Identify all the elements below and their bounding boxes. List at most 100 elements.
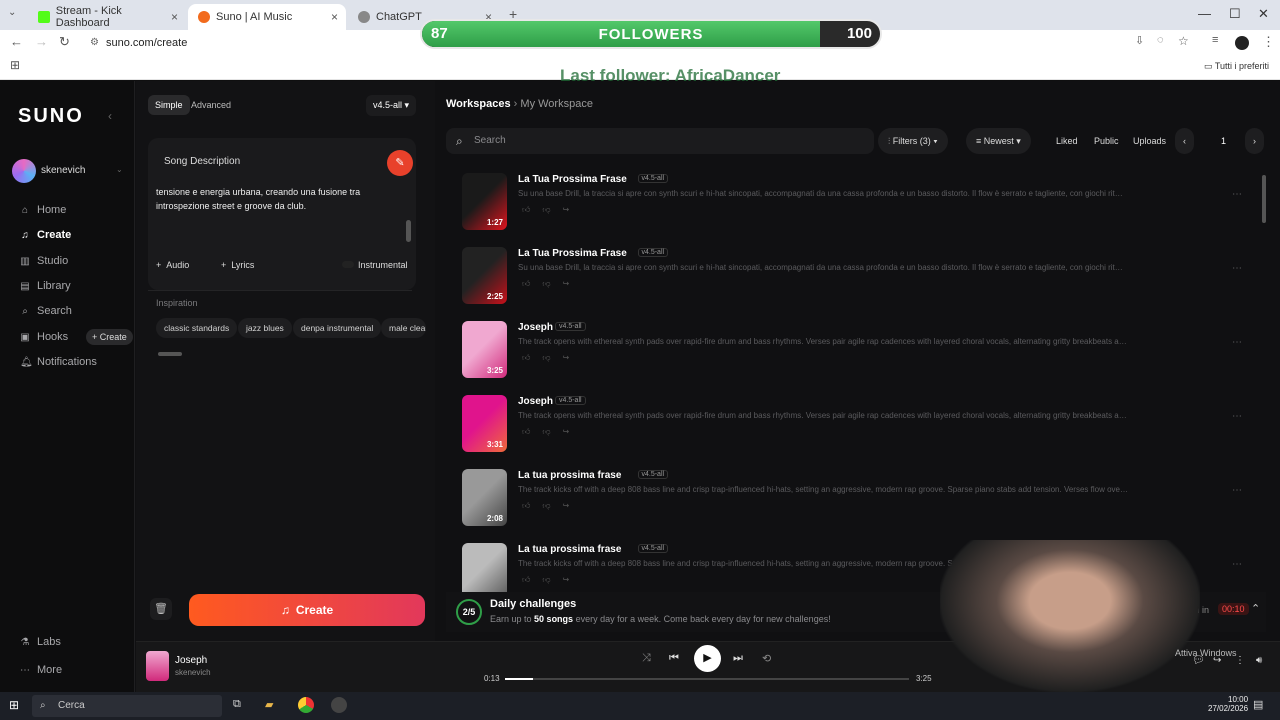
share-icon[interactable]: ↪ <box>563 279 582 288</box>
thumbs-up-icon[interactable]: 👍︎ <box>522 353 542 362</box>
task-view-icon[interactable]: ⧉ <box>233 698 241 711</box>
windows-start-icon[interactable]: ⊞ <box>9 698 19 712</box>
sidebar-item-hooks[interactable]: ▣ Hooks <box>20 331 68 343</box>
add-lyrics-button[interactable]: + Lyrics <box>221 260 254 270</box>
username[interactable]: skenevich <box>41 165 85 176</box>
tab-list-icon[interactable]: ⌄ <box>8 7 16 18</box>
sidebar-item-notifications[interactable]: 🔔︎ Notifications <box>20 356 97 368</box>
sidebar-item-studio[interactable]: ▥ Studio <box>20 255 68 267</box>
description-textarea[interactable]: tensione e energia urbana, creando una f… <box>156 185 396 213</box>
instrumental-toggle[interactable]: Instrumental <box>342 260 408 270</box>
inspiration-chip[interactable]: denpa instrumental <box>293 318 382 338</box>
chips-scrollbar[interactable] <box>158 352 182 356</box>
volume-icon[interactable]: 🔊︎ <box>1256 655 1262 666</box>
site-info-icon[interactable]: ⚙ <box>90 34 99 52</box>
share-icon[interactable]: ↪ <box>563 501 582 510</box>
uploads-filter[interactable]: Uploads <box>1123 128 1176 154</box>
version-select[interactable]: v4.5-all ▾ <box>366 95 417 116</box>
breadcrumb-workspaces[interactable]: Workspaces <box>446 98 511 110</box>
close-window-icon[interactable]: ✕ <box>1258 6 1269 22</box>
tab-kick[interactable]: Stream - Kick Dashboard × <box>28 4 186 30</box>
chrome-icon[interactable] <box>298 697 314 713</box>
all-bookmarks[interactable]: ▭ Tutti i preferiti <box>1204 61 1269 72</box>
thumbs-up-icon[interactable]: 👍︎ <box>522 575 542 584</box>
share-icon[interactable]: ↪ <box>563 353 582 362</box>
song-title[interactable]: La tua prossima frase <box>518 470 621 481</box>
add-audio-button[interactable]: + Audio <box>156 260 189 270</box>
seek-bar[interactable] <box>505 678 909 680</box>
public-filter[interactable]: Public <box>1084 128 1129 154</box>
inspiration-chip[interactable]: male clean <box>381 318 426 338</box>
song-cover[interactable]: 2:08 <box>462 469 507 526</box>
song-cover[interactable]: 3:25 <box>462 321 507 378</box>
reload-icon[interactable]: ↻ <box>59 34 70 50</box>
repeat-icon[interactable]: ⟲ <box>762 652 771 665</box>
song-cover[interactable]: 1:27 <box>462 173 507 230</box>
chevron-up-icon[interactable]: ⌃ <box>1251 602 1260 615</box>
more-options-icon[interactable]: ⋯ <box>1232 189 1242 200</box>
taskbar-search[interactable]: ⌕ Cerca <box>32 695 222 717</box>
song-row[interactable]: 3:25 Joseph v4.5-all The track opens with e… <box>462 321 1262 389</box>
song-row[interactable]: 1:27 La Tua Prossima Frase v4.5-all Su una … <box>462 173 1262 241</box>
close-icon[interactable]: × <box>331 10 338 24</box>
collapse-sidebar-icon[interactable]: ‹ <box>108 109 112 123</box>
forward-icon[interactable]: → <box>35 34 48 49</box>
sidebar-item-more[interactable]: ⋯ More <box>20 664 62 676</box>
sidebar-item-search[interactable]: ⌕ Search <box>20 305 72 317</box>
song-list-scrollbar[interactable] <box>1262 175 1266 223</box>
thumbs-up-icon[interactable]: 👍︎ <box>522 205 542 214</box>
player-artist[interactable]: skenevich <box>175 668 211 677</box>
share-icon[interactable]: ↪ <box>563 575 582 584</box>
song-row[interactable]: 2:08 La tua prossima frase v4.5-all The tra… <box>462 469 1262 537</box>
star-icon[interactable]: ☆ <box>1178 34 1189 48</box>
share-icon[interactable]: ↪ <box>563 205 582 214</box>
more-options-icon[interactable]: ⋯ <box>1232 411 1242 422</box>
thumbs-up-icon[interactable]: 👍︎ <box>522 501 542 510</box>
tab-advanced[interactable]: Advanced <box>184 95 238 115</box>
create-button[interactable]: ♫ Create <box>189 594 425 626</box>
filters-button[interactable]: ⫶ Filters (3) ▾ <box>878 128 948 154</box>
thumbs-down-icon[interactable]: 👎︎ <box>542 205 562 214</box>
minimize-icon[interactable]: — <box>1198 6 1211 21</box>
song-cover[interactable]: 3:31 <box>462 395 507 452</box>
install-icon[interactable]: ⇩ <box>1135 34 1144 47</box>
more-options-icon[interactable]: ⋯ <box>1232 263 1242 274</box>
apps-grid-icon[interactable]: ⊞ <box>10 58 20 72</box>
sidebar-item-library[interactable]: ▤ Library <box>20 280 70 292</box>
inspiration-chip[interactable]: classic standards <box>156 318 238 338</box>
song-title[interactable]: La tua prossima frase <box>518 544 621 555</box>
player-thumbnail[interactable] <box>146 651 169 681</box>
menu-icon[interactable]: ⋮ <box>1262 34 1275 50</box>
textarea-scrollbar[interactable] <box>406 220 411 242</box>
back-icon[interactable]: ← <box>10 34 23 49</box>
play-button[interactable]: ▶ <box>694 645 721 672</box>
inspiration-chip[interactable]: jazz blues <box>238 318 292 338</box>
sidebar-item-create[interactable]: ♫ Create <box>20 229 71 241</box>
file-explorer-icon[interactable]: ▰ <box>265 698 273 711</box>
prev-page-icon[interactable]: ‹ <box>1175 128 1194 154</box>
close-icon[interactable]: × <box>171 10 178 24</box>
song-title[interactable]: La Tua Prossima Frase <box>518 248 627 259</box>
next-page-icon[interactable]: › <box>1245 128 1264 154</box>
next-icon[interactable]: ⏭︎ <box>733 652 743 665</box>
media-icon[interactable]: ≡ <box>1212 34 1218 46</box>
toggle-switch[interactable] <box>342 261 354 268</box>
previous-icon[interactable]: ⏮︎ <box>669 652 679 665</box>
song-title[interactable]: La Tua Prossima Frase <box>518 174 627 185</box>
song-title[interactable]: Joseph <box>518 396 553 407</box>
suno-logo[interactable]: SUNO <box>18 105 84 128</box>
song-row[interactable]: 2:25 La Tua Prossima Frase v4.5-all Su una … <box>462 247 1262 315</box>
thumbs-up-icon[interactable]: 👍︎ <box>522 427 542 436</box>
search-input[interactable]: ⌕ Search <box>446 128 874 154</box>
sidebar-item-home[interactable]: ⌂ Home <box>20 204 66 216</box>
song-row[interactable]: 3:31 Joseph v4.5-all The track opens with e… <box>462 395 1262 463</box>
more-options-icon[interactable]: ⋯ <box>1232 559 1242 570</box>
shuffle-icon[interactable]: ⤨ <box>642 652 651 665</box>
notification-center-icon[interactable]: ▤ <box>1253 698 1263 711</box>
magic-wand-icon[interactable]: ✎ <box>387 150 413 176</box>
thumbs-down-icon[interactable]: 👎︎ <box>542 353 562 362</box>
clock[interactable]: 10:00 27/02/2026 <box>1208 695 1248 713</box>
thumbs-up-icon[interactable]: 👍︎ <box>522 279 542 288</box>
thumbs-down-icon[interactable]: 👎︎ <box>542 501 562 510</box>
sidebar-item-labs[interactable]: ⚗ Labs <box>20 636 61 648</box>
